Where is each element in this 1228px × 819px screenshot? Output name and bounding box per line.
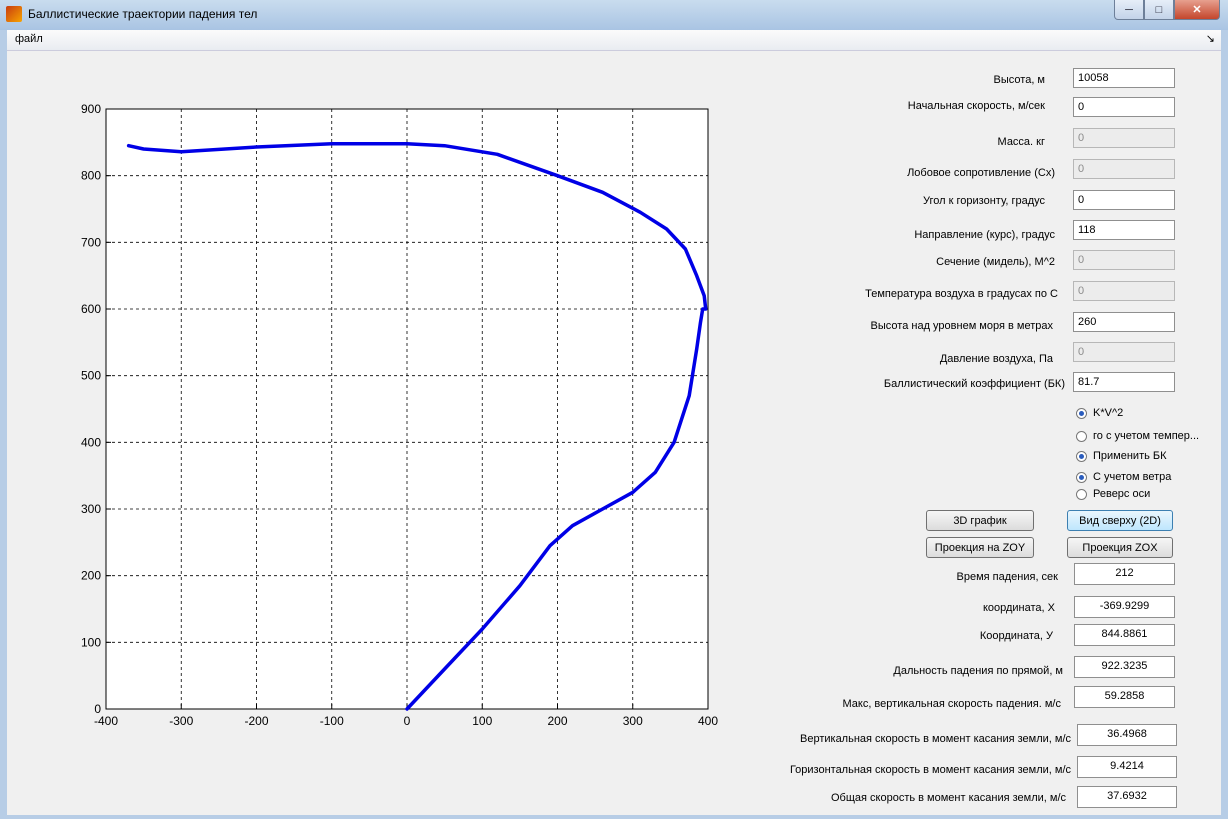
option-wind[interactable]: С учетом ветра [1076, 469, 1171, 485]
result-total-impact-speed: 37.6932 [1077, 786, 1177, 808]
result-label-max-vertical-speed: Макс, вертикальная скорость падения. м/с [842, 698, 1061, 710]
x-tick-label: 0 [404, 714, 411, 728]
input-label-angle: Угол к горизонту, градус [923, 195, 1045, 207]
input-altitude-sea[interactable]: 260 [1073, 312, 1175, 332]
window-controls: ─ □ ✕ [1114, 0, 1220, 20]
result-vertical-impact-speed: 36.4968 [1077, 724, 1177, 746]
x-tick-label: -200 [244, 714, 268, 728]
y-tick-label: 200 [81, 569, 101, 583]
input-label-drag: Лобовое сопротивление (Сх) [907, 167, 1055, 179]
option-label: K*V^2 [1093, 407, 1124, 419]
result-label-vertical-impact-speed: Вертикальная скорость в момент касания з… [800, 733, 1071, 745]
input-label-course: Направление (курс), градус [914, 229, 1055, 241]
input-initial-speed[interactable]: 0 [1073, 97, 1175, 117]
result-range: 922.3235 [1074, 656, 1175, 678]
input-height[interactable]: 10058 [1073, 68, 1175, 88]
input-course[interactable]: 118 [1073, 220, 1175, 240]
y-tick-label: 300 [81, 502, 101, 516]
y-tick-label: 100 [81, 635, 101, 649]
input-drag[interactable]: 0 [1073, 159, 1175, 179]
y-tick-label: 800 [81, 169, 101, 183]
x-tick-label: -300 [169, 714, 193, 728]
result-horizontal-impact-speed: 9.4214 [1077, 756, 1177, 778]
y-tick-label: 0 [94, 702, 101, 716]
projection-zoy-button[interactable]: Проекция на ZOY [926, 537, 1034, 558]
radio-on-icon [1076, 450, 1087, 462]
option-label: го с учетом темпер... [1093, 430, 1200, 442]
close-button[interactable]: ✕ [1174, 0, 1220, 20]
input-ballistic-coef[interactable]: 81.7 [1073, 372, 1175, 392]
result-label-fall-time: Время падения, сек [956, 571, 1058, 583]
matlab-icon [6, 6, 22, 22]
input-section[interactable]: 0 [1073, 250, 1175, 270]
result-coord-y: 844.8861 [1074, 624, 1175, 646]
result-label-coord-x: координата, Х [982, 602, 1055, 614]
result-coord-x: -369.9299 [1074, 596, 1175, 618]
radio-on-icon [1076, 471, 1087, 483]
result-label-coord-y: Координата, У [979, 630, 1053, 642]
result-label-range: Дальность падения по прямой, м [893, 665, 1063, 677]
option-apply-bk[interactable]: Применить БК [1076, 448, 1167, 464]
maximize-button[interactable]: □ [1144, 0, 1174, 20]
result-fall-time: 212 [1074, 563, 1175, 585]
option-kv2[interactable]: K*V^2 [1076, 405, 1123, 421]
top-view-button[interactable]: Вид сверху (2D) [1067, 510, 1173, 531]
option-reverse-axis[interactable]: Реверс оси [1076, 486, 1150, 502]
radio-on-icon [1076, 407, 1087, 419]
result-max-vertical-speed: 59.2858 [1074, 686, 1175, 708]
window-title: Баллистические траектории падения тел [28, 7, 258, 21]
menu-bar: файл ↘ [7, 30, 1221, 51]
input-label-temperature: Температура воздуха в градусах по С [865, 288, 1058, 300]
radio-off-icon [1076, 430, 1087, 442]
input-label-mass: Масса. кг [997, 136, 1045, 148]
x-tick-label: 300 [623, 714, 643, 728]
radio-off-icon [1076, 488, 1087, 500]
input-label-pressure: Давление воздуха, Па [939, 353, 1053, 365]
x-tick-label: -100 [320, 714, 344, 728]
input-pressure[interactable]: 0 [1073, 342, 1175, 362]
x-tick-label: 200 [547, 714, 567, 728]
option-label: С учетом ветра [1093, 471, 1172, 483]
input-label-initial-speed: Начальная скорость, м/сек [907, 100, 1045, 112]
input-label-height: Высота, м [993, 74, 1045, 86]
title-bar: Баллистические траектории падения тел ─ … [0, 0, 1228, 31]
input-temperature[interactable]: 0 [1073, 281, 1175, 301]
result-label-total-impact-speed: Общая скорость в момент касания земли, м… [831, 792, 1066, 804]
input-label-ballistic-coef: Баллистический коэффициент (БК) [883, 378, 1065, 390]
minimize-button[interactable]: ─ [1114, 0, 1144, 20]
menu-overflow-icon[interactable]: ↘ [1206, 32, 1215, 45]
input-mass[interactable]: 0 [1073, 128, 1175, 148]
input-label-section: Сечение (мидель), М^2 [936, 256, 1055, 268]
x-tick-label: -400 [94, 714, 118, 728]
window-frame-right [1221, 30, 1228, 819]
option-label: Применить БК [1093, 450, 1167, 462]
option-label: Реверс оси [1093, 488, 1151, 500]
result-label-horizontal-impact-speed: Горизонтальная скорость в момент касания… [789, 764, 1071, 776]
y-tick-label: 500 [81, 369, 101, 383]
y-tick-label: 600 [81, 302, 101, 316]
projection-zox-button[interactable]: Проекция ZOX [1067, 537, 1173, 558]
y-tick-label: 700 [81, 235, 101, 249]
y-tick-label: 400 [81, 435, 101, 449]
input-label-altitude-sea: Высота над уровнем моря в метрах [870, 320, 1053, 332]
menu-file[interactable]: файл [15, 33, 43, 45]
window-frame-bottom [0, 815, 1228, 819]
x-tick-label: 100 [472, 714, 492, 728]
x-tick-label: 400 [698, 714, 718, 728]
option-temperature[interactable]: го с учетом темпер... [1076, 428, 1199, 444]
y-tick-label: 900 [81, 102, 101, 116]
window-frame-left [0, 30, 7, 819]
plot-3d-button[interactable]: 3D график [926, 510, 1034, 531]
trajectory-plot: -400 -300 -200 -100 0 100 200 300 400 0 100 200 300 4… [81, 102, 718, 728]
input-angle[interactable]: 0 [1073, 190, 1175, 210]
